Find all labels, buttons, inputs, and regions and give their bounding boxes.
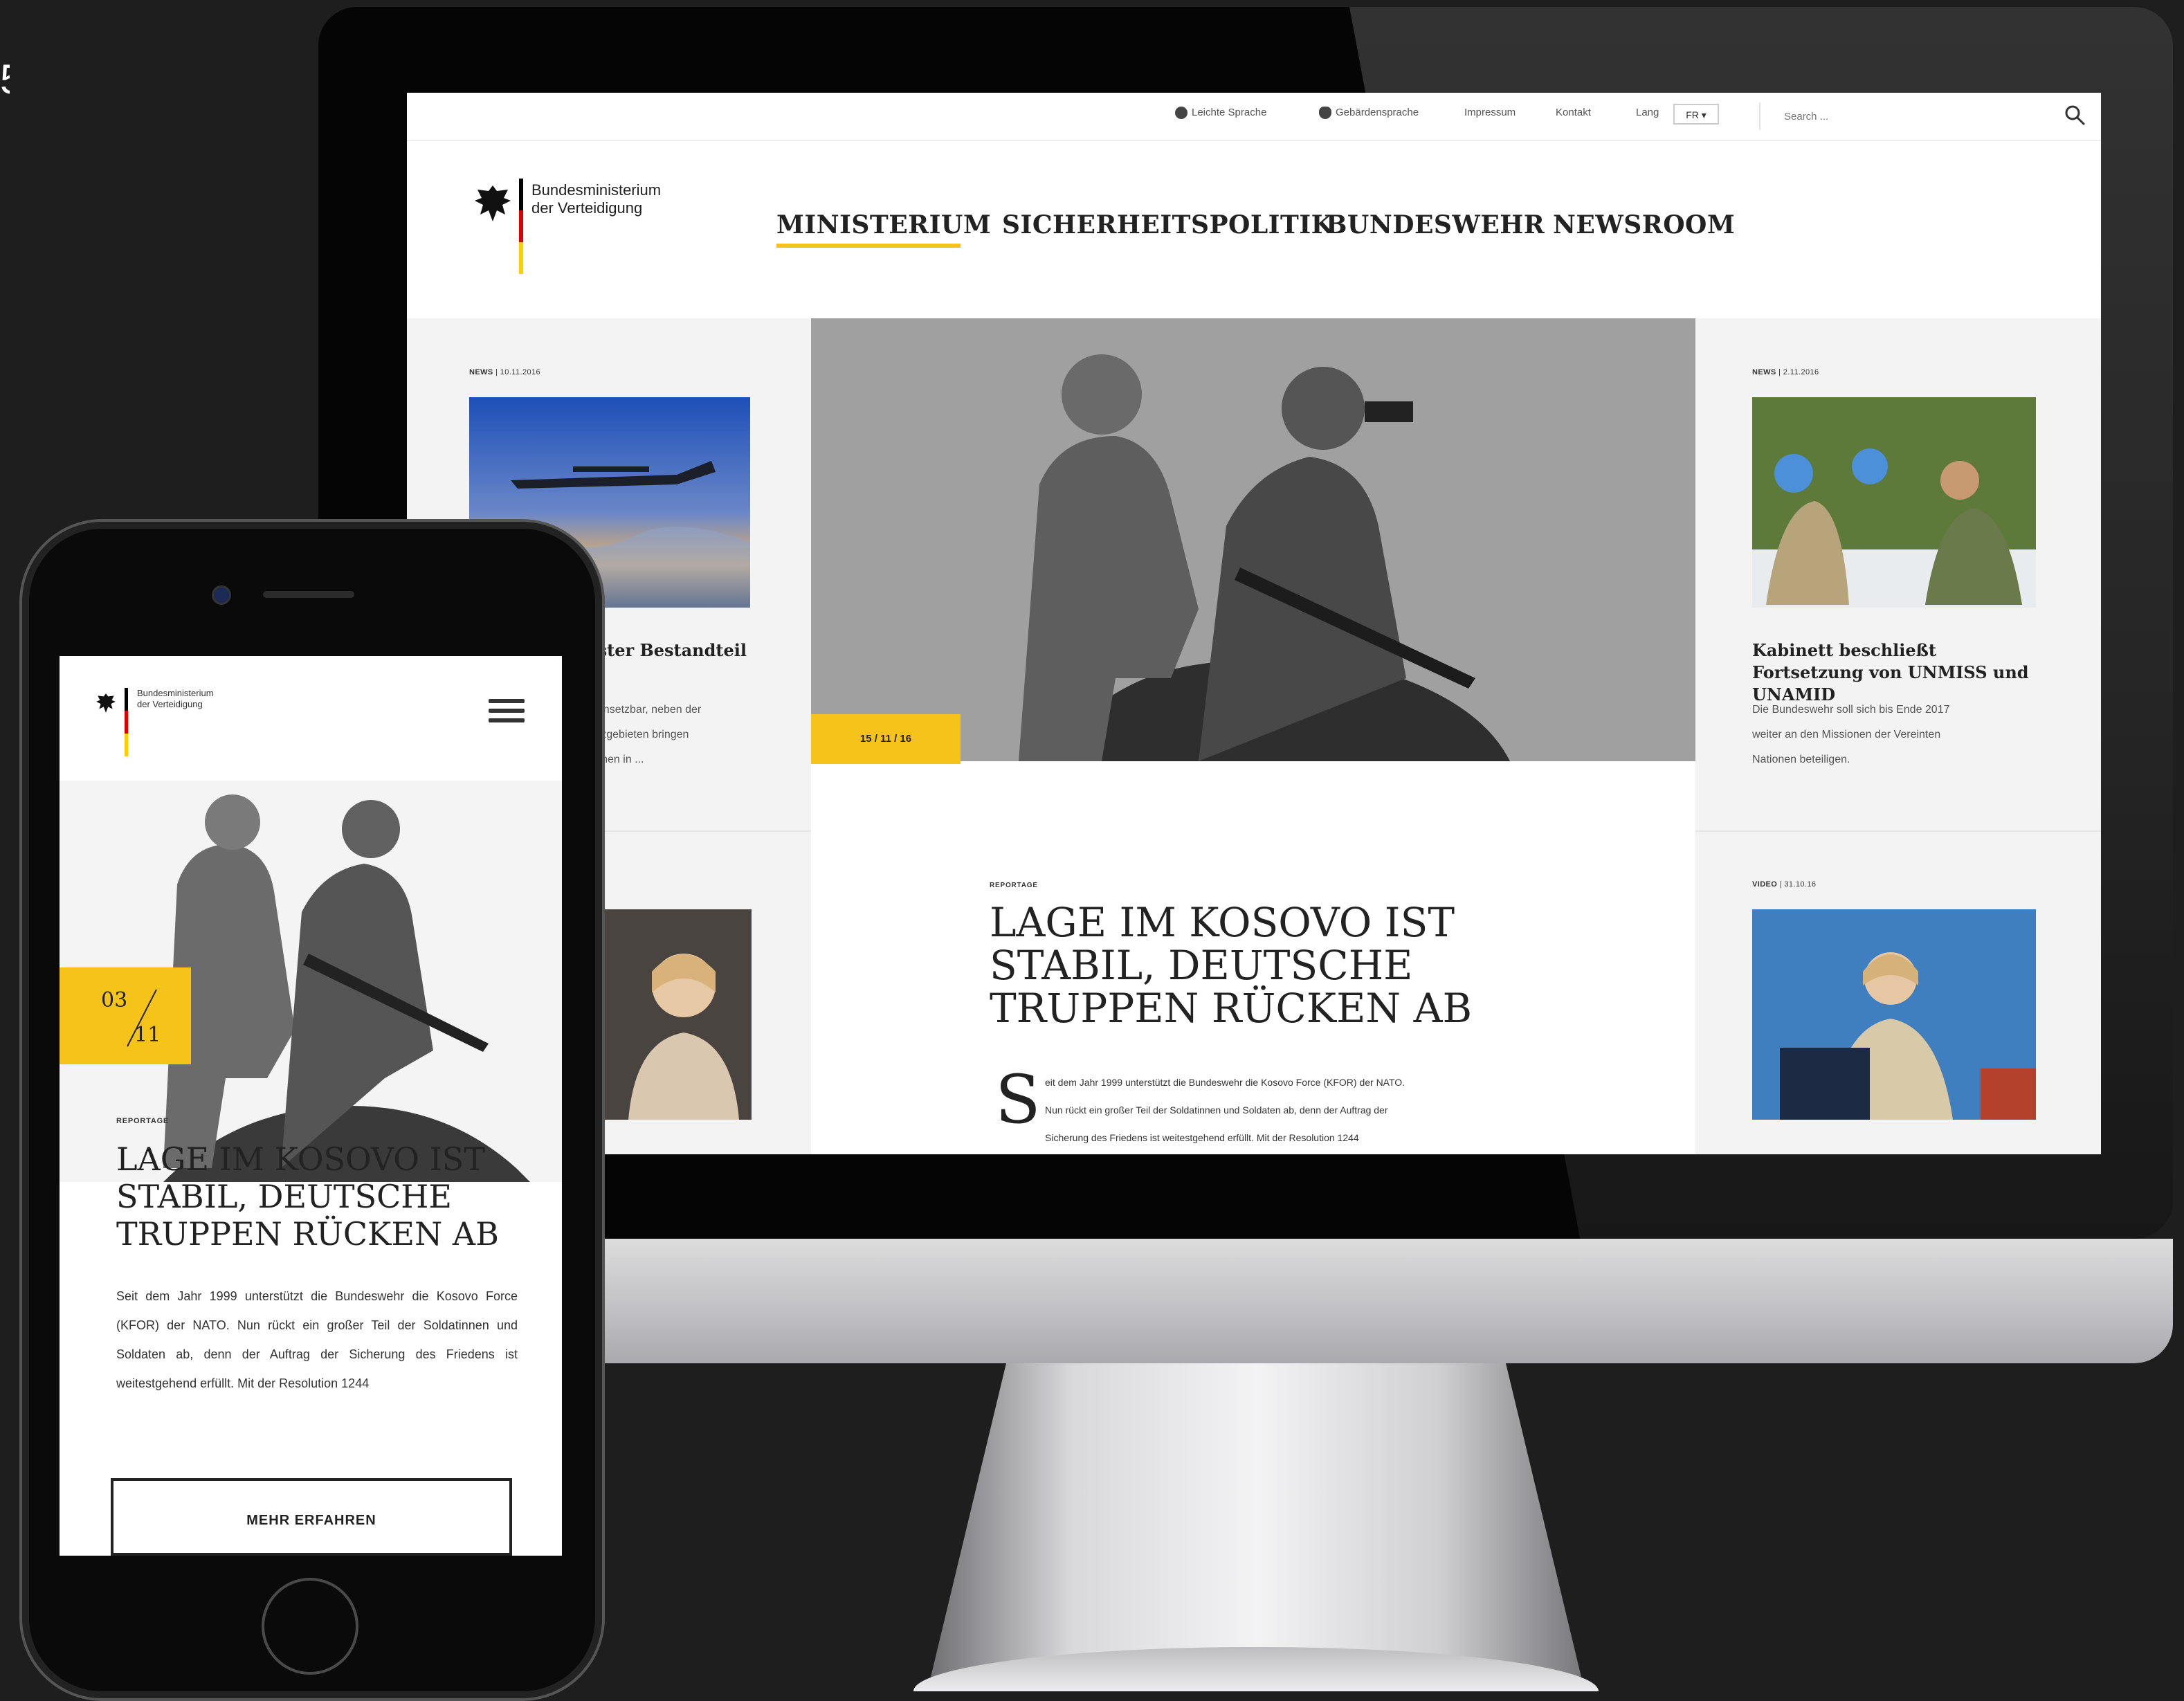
german-flag-bar xyxy=(519,179,523,274)
minister-podium-photo[interactable] xyxy=(1752,909,2036,1120)
desktop-website: Leichte Sprache Gebärdensprache Impressu… xyxy=(407,93,2101,1154)
phone-home-button[interactable] xyxy=(262,1578,358,1675)
nav-newsroom[interactable]: NEWSROOM xyxy=(1553,210,1735,239)
ministry-logo-text[interactable]: Bundesministerium der Verteidigung xyxy=(531,181,711,217)
nav-ministerium[interactable]: MINISTERIUM xyxy=(776,210,991,239)
article-title[interactable]: LAGE IM KOSOVO IST STABIL, DEUTSCHE TRUP… xyxy=(990,901,1516,1030)
nav-active-indicator xyxy=(776,244,961,248)
card-text: Die Bundeswehr soll sich bis Ende 2017 w… xyxy=(1752,704,1950,765)
federal-eagle-icon xyxy=(96,693,116,713)
search-input[interactable] xyxy=(1783,104,2048,129)
phone-camera xyxy=(212,585,231,605)
hero-soldiers-image[interactable] xyxy=(811,318,1695,761)
hamburger-menu-icon[interactable] xyxy=(489,699,525,727)
phone-speaker xyxy=(263,591,354,598)
language-select[interactable]: FR ▾ xyxy=(1673,104,1719,125)
mobile-website: Bundesministerium der Verteidigung 03 11… xyxy=(60,656,562,1556)
lang-label: Lang xyxy=(1636,107,1659,118)
article-title[interactable]: LAGE IM KOSOVO IST STABIL, DEUTSCHE TRUP… xyxy=(116,1140,531,1253)
utility-bar: Leichte Sprache Gebärdensprache Impressu… xyxy=(407,93,2101,141)
divider xyxy=(1695,830,2101,832)
article-body: Seit dem Jahr 1999 unterstützt die Bunde… xyxy=(116,1289,518,1390)
card-text: tig einsetzbar, neben der nsatzgebieten … xyxy=(580,704,702,765)
drop-cap: S xyxy=(995,1061,1041,1138)
search-icon[interactable] xyxy=(2062,102,2087,127)
nav-sicherheitspolitik[interactable]: SICHERHEITSPOLITIK xyxy=(1002,210,1333,239)
sign-language-icon xyxy=(1319,107,1331,120)
minister-video-thumbnail[interactable] xyxy=(580,909,752,1120)
federal-eagle-icon xyxy=(475,185,511,221)
article-body: eit dem Jahr 1999 unterstützt die Bundes… xyxy=(1045,1077,1405,1143)
easy-language-link[interactable]: Leichte Sprache xyxy=(1175,107,1266,120)
card-meta: VIDEO | 31.10.16 xyxy=(1752,880,1817,889)
easy-language-icon xyxy=(1175,107,1187,120)
contact-link[interactable]: Kontakt xyxy=(1556,107,1591,118)
corner-mark: 5 xyxy=(0,55,10,104)
card-title[interactable]: fester Bestandteil xyxy=(580,639,801,662)
read-more-button[interactable]: MEHR ERFAHREN xyxy=(111,1478,512,1556)
sign-language-link[interactable]: Gebärdensprache xyxy=(1319,107,1419,120)
un-meeting-photo[interactable] xyxy=(1752,397,2036,608)
card-meta: NEWS | 10.11.2016 xyxy=(469,368,541,376)
hero-date-badge: 15 / 11 / 16 xyxy=(811,714,961,764)
imprint-link[interactable]: Impressum xyxy=(1464,107,1516,118)
card-title[interactable]: Kabinett beschließt Fortsetzung von UNMI… xyxy=(1752,639,2043,706)
monitor-stand xyxy=(927,1363,1585,1691)
ministry-logo-text[interactable]: Bundesministerium der Verteidigung xyxy=(137,688,275,710)
article-category: REPORTAGE xyxy=(116,1117,170,1125)
hero-date-month: 11 xyxy=(134,1023,161,1047)
article-category: REPORTAGE xyxy=(990,882,1038,889)
card-meta: NEWS | 2.11.2016 xyxy=(1752,368,1819,376)
german-flag-bar xyxy=(125,688,128,756)
nav-bundeswehr[interactable]: BUNDESWEHR xyxy=(1326,210,1545,239)
utility-divider xyxy=(1759,102,1760,130)
